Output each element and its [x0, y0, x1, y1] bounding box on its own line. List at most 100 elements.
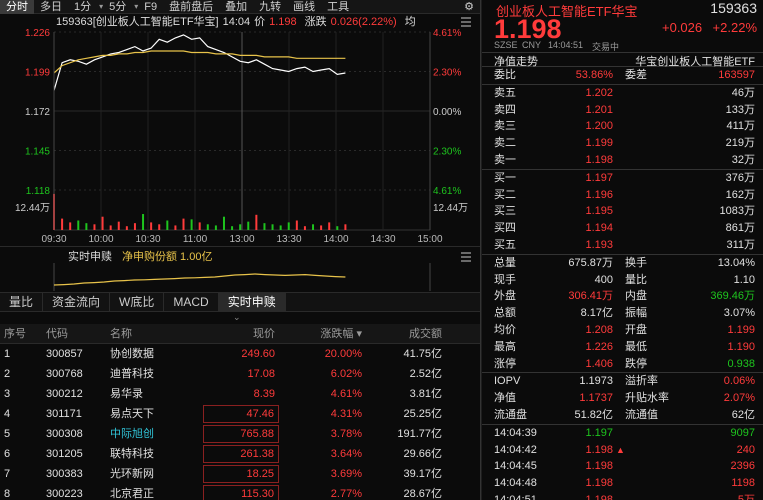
- indicator-tabs: 量比 资金流向 W底比 MACD 实时申赎: [0, 292, 480, 312]
- toolbar-item-4[interactable]: F9: [138, 0, 163, 14]
- col-header-change[interactable]: 涨跌幅 ▾: [284, 324, 362, 344]
- indicator-tab-3[interactable]: MACD: [164, 293, 219, 311]
- order-book-row: 卖三 1.200 411万: [482, 118, 763, 135]
- row-change: 4.31%: [330, 408, 362, 420]
- chart-header-header_text: 159363[创业板人工智能ETF华宝]: [56, 14, 219, 28]
- tick-list: 14:04:39 1.197 9097 14:04:42 1.198 ▲ 240 14:04:…: [482, 425, 763, 500]
- row-code: 300308: [46, 428, 83, 440]
- order-level-volume: 861万: [725, 222, 755, 235]
- stat-label: 内盘: [625, 290, 647, 303]
- table-row[interactable]: 7 300383 光环新网 18.25 3.69% 39.17亿: [0, 464, 480, 484]
- indicator-tab-4[interactable]: 实时申赎: [218, 293, 286, 311]
- toolbar-item-9[interactable]: 工具: [321, 0, 355, 14]
- table-row[interactable]: 4 301171 易点天下 47.46 4.31% 25.25亿: [0, 404, 480, 424]
- order-book-row: 卖一 1.198 32万: [482, 152, 763, 169]
- order-level-volume: 133万: [725, 103, 755, 116]
- market: SZSE: [494, 40, 518, 50]
- order-level-label: 卖二: [494, 137, 516, 150]
- col-header-code[interactable]: 代码: [46, 324, 68, 344]
- weicha-label: 委差: [625, 69, 647, 81]
- col-header-price[interactable]: 现价: [203, 324, 279, 344]
- table-row[interactable]: 6 301205 联特科技 261.38 3.64% 29.66亿: [0, 444, 480, 464]
- stats-block: 总量 675.87万 换手 13.04% 现手 400 量比 1.10 外盘 306.41万 内盘 3…: [482, 255, 763, 373]
- stat-label: 换手: [625, 256, 647, 269]
- stat-value: 369.46万: [710, 290, 755, 303]
- tick-row: 14:04:42 1.198 ▲ 240: [482, 442, 763, 459]
- intraday-chart-svg: 159363[创业板人工智能ETF华宝] 14:04 价 1.198 涨跌 0.026(2…: [15, 14, 471, 245]
- toolbar-item-2[interactable]: 1分: [68, 0, 97, 14]
- toolbar-item-5[interactable]: 盘前盘后: [163, 0, 219, 14]
- order-level-volume: 46万: [731, 86, 755, 99]
- chart-header-change: 0.026(2.22%): [331, 16, 397, 28]
- stat-row: 流通盘 51.82亿 流通值 62亿: [482, 407, 763, 424]
- table-row[interactable]: 1 300857 协创数据 249.60 20.00% 41.75亿: [0, 344, 480, 364]
- time-tick-label: 14:30: [370, 234, 395, 245]
- row-idx: 7: [4, 468, 11, 480]
- collapse-icon[interactable]: ⌄: [233, 312, 241, 323]
- row-change: 20.00%: [324, 348, 362, 360]
- table-row[interactable]: 2 300768 迪普科技 17.08 6.02% 2.52亿: [0, 364, 480, 384]
- order-level-price: 1.198: [585, 153, 613, 166]
- toolbar-item-1[interactable]: 多日: [34, 0, 68, 14]
- toolbar-item-6[interactable]: 叠加: [219, 0, 253, 14]
- indicator-tab-2[interactable]: W底比: [110, 293, 165, 311]
- tick-row: 14:04:39 1.197 9097: [482, 425, 763, 442]
- stat-row: 现手 400 量比 1.10: [482, 272, 763, 289]
- row-code: 300383: [46, 468, 83, 480]
- pct-tick-label: 4.61%: [433, 186, 461, 197]
- weibi-value: 53.86%: [575, 69, 613, 81]
- stat-value: 1.10: [733, 273, 755, 286]
- time-tick-label: 14:00: [323, 234, 348, 245]
- stat-label: 净值: [494, 392, 516, 405]
- toolbar-item-0[interactable]: 分时: [0, 0, 34, 14]
- chart-header: 159363[创业板人工智能ETF华宝] 14:04 价 1.198 涨跌 0.026(2…: [56, 14, 416, 28]
- quote-time: 14:04:51: [548, 40, 584, 50]
- menu-icon[interactable]: [461, 252, 471, 262]
- indicator-tab-1[interactable]: 资金流向: [43, 293, 111, 311]
- time-tick-label: 10:00: [88, 234, 113, 245]
- price-change-pct: +2.22%: [712, 20, 757, 35]
- indicator-tab-0[interactable]: 量比: [0, 293, 44, 311]
- stat-row: 净值 1.1737 升贴水率 2.07%: [482, 390, 763, 407]
- stat-label: 最低: [625, 340, 647, 353]
- toolbar-item-8[interactable]: 画线: [287, 0, 321, 14]
- row-code: 300223: [46, 488, 83, 500]
- table-body: 1 300857 协创数据 249.60 20.00% 41.75亿 2 300768 迪普科技…: [0, 344, 480, 500]
- toolbar-item-7[interactable]: 九转: [253, 0, 287, 14]
- toolbar-item-3[interactable]: 5分: [103, 0, 132, 14]
- time-tick-label: 09:30: [41, 234, 66, 245]
- order-level-volume: 32万: [731, 153, 755, 166]
- col-header-name[interactable]: 名称: [110, 324, 132, 344]
- constituents-table: 序号 代码 名称 现价 涨跌幅 ▾ 成交额 1 300857 协创数据 249.60 2…: [0, 324, 480, 500]
- chart-menu-icon[interactable]: [461, 17, 471, 27]
- stat-label: IOPV: [494, 375, 521, 388]
- order-book-row: 买二 1.196 162万: [482, 187, 763, 204]
- stat-value: 1.1973: [579, 375, 613, 388]
- tick-row: 14:04:48 1.198 1198: [482, 475, 763, 492]
- tick-volume: 5万: [737, 493, 755, 500]
- settings-icon[interactable]: ⚙: [458, 0, 480, 14]
- stat-label: 开盘: [625, 323, 647, 336]
- col-header-idx[interactable]: 序号: [4, 324, 26, 344]
- stat-value: 0.938: [727, 357, 755, 370]
- row-name: 易华录: [110, 388, 143, 400]
- volume-tick-label-right: 12.44万: [433, 203, 468, 214]
- table-row[interactable]: 5 300308 中际旭创 765.88 3.78% 191.77亿: [0, 424, 480, 444]
- intraday-chart[interactable]: 159363[创业板人工智能ETF华宝] 14:04 价 1.198 涨跌 0.026(2…: [0, 14, 480, 246]
- table-row[interactable]: 8 300223 北京君正 115.30 2.77% 28.67亿: [0, 484, 480, 500]
- stat-label: 升贴水率: [625, 392, 669, 405]
- chart-header-change_label: 涨跌: [305, 14, 327, 28]
- order-level-price: 1.201: [585, 103, 613, 116]
- stat-value: 1.406: [585, 357, 613, 370]
- order-level-label: 买一: [494, 171, 516, 184]
- row-volume: 29.66亿: [403, 448, 442, 460]
- table-row[interactable]: 3 300212 易华录 8.39 4.61% 3.81亿: [0, 384, 480, 404]
- price-tick-label: 1.199: [25, 68, 50, 79]
- stat-label: 流通值: [625, 408, 658, 421]
- stat-value: 400: [594, 273, 613, 286]
- stat-row: 最高 1.226 最低 1.190: [482, 339, 763, 356]
- tick-row: 14:04:51 1.198 5万: [482, 492, 763, 500]
- col-header-volume[interactable]: 成交额: [370, 324, 442, 344]
- tick-price: 1.198: [585, 443, 613, 456]
- order-level-volume: 162万: [725, 188, 755, 201]
